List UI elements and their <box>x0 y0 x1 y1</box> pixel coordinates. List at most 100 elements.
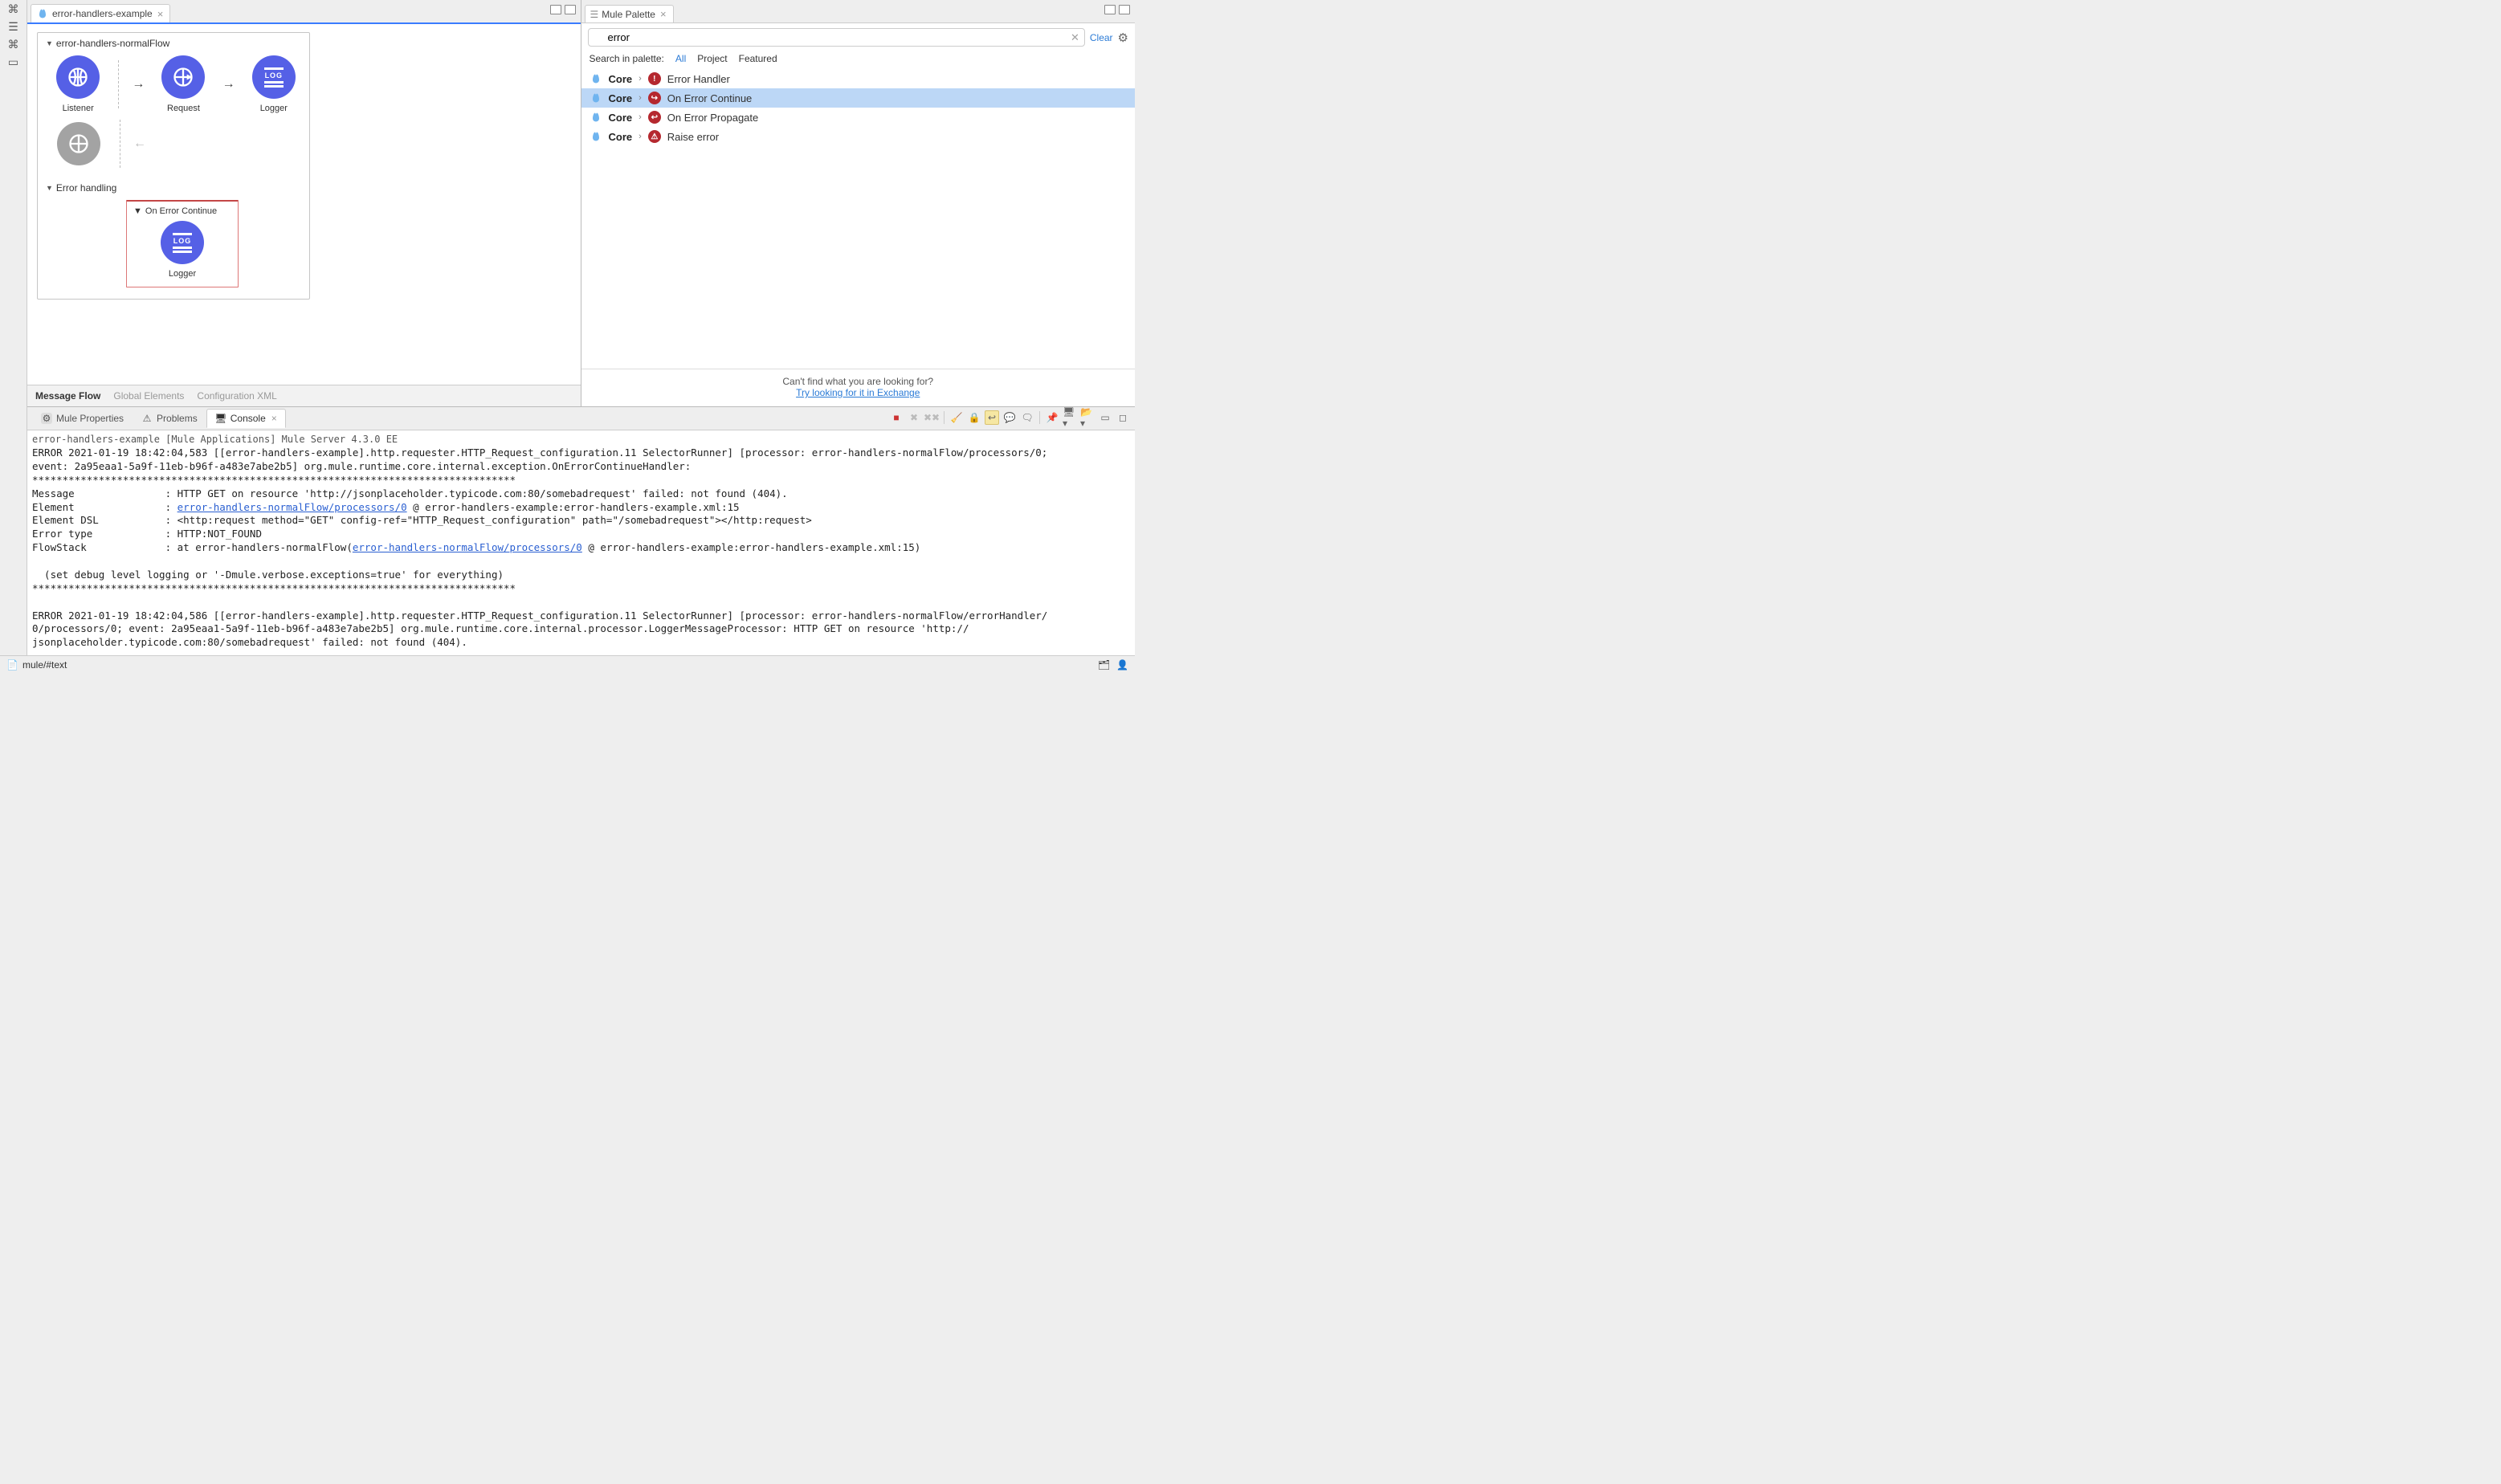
collapse-toggle-icon[interactable]: ▼ <box>46 184 53 192</box>
minimize-pane-icon[interactable] <box>550 5 561 14</box>
filter-all[interactable]: All <box>675 53 686 64</box>
status-icon-1[interactable]: 🗂 <box>1098 659 1110 671</box>
clear-link[interactable]: Clear <box>1090 32 1113 43</box>
collapse-toggle-icon[interactable]: ▼ <box>46 39 53 47</box>
gutter-icon-4[interactable]: ▭ <box>6 56 21 67</box>
close-icon[interactable]: × <box>660 8 667 20</box>
chevron-right-icon: › <box>639 93 642 103</box>
open-console-button[interactable]: 📂▾ <box>1080 410 1095 425</box>
filter-featured[interactable]: Featured <box>739 53 777 64</box>
node-listener[interactable]: Listener <box>51 55 105 113</box>
pin-console-button[interactable]: 📌 <box>1045 410 1059 425</box>
mule-icon <box>590 130 602 143</box>
gutter-icon-3[interactable]: ⌘ <box>6 39 21 50</box>
flow-container[interactable]: ▼ error-handlers-normalFlow Listener <box>37 32 310 300</box>
problems-icon: ⚠ <box>141 413 153 424</box>
palette-filter-row: Search in palette: All Project Featured <box>581 51 1136 69</box>
palette-search-input[interactable] <box>588 28 1085 47</box>
error-type-icon: ↩ <box>648 111 661 124</box>
maximize-pane-icon[interactable] <box>1119 5 1130 14</box>
gutter-icon-1[interactable]: ⌘ <box>6 3 21 14</box>
scroll-lock-button[interactable]: 🔒 <box>967 410 981 425</box>
gutter-icon-2[interactable]: ☰ <box>6 21 21 32</box>
document-icon: 📄 <box>6 659 18 671</box>
clear-console-button[interactable]: 🧹 <box>949 410 964 425</box>
palette-item-on-error-propagate[interactable]: Core›↩On Error Propagate <box>581 108 1136 127</box>
palette-item-on-error-continue[interactable]: Core›↪On Error Continue <box>581 88 1136 108</box>
palette-item-category: Core <box>609 131 633 143</box>
maximize-pane-icon[interactable] <box>565 5 576 14</box>
tab-configuration-xml[interactable]: Configuration XML <box>197 390 276 402</box>
arrow-icon: → <box>222 77 235 92</box>
palette-footer: Can't find what you are looking for? Try… <box>581 369 1136 406</box>
stack-link[interactable]: error-handlers-normalFlow/processors/0 <box>353 541 582 553</box>
display-selected-button[interactable]: 🖥▾ <box>1063 410 1077 425</box>
status-path: mule/#text <box>22 659 67 671</box>
mule-icon <box>36 7 49 20</box>
arrow-icon: → <box>132 77 145 92</box>
minimize-icon[interactable]: ▭ <box>1098 410 1112 425</box>
collapse-toggle-icon[interactable]: ▼ <box>133 206 142 216</box>
clear-search-icon[interactable]: ✕ <box>1071 31 1079 44</box>
close-icon[interactable]: × <box>157 8 164 20</box>
show-console-button[interactable]: 💬 <box>1002 410 1017 425</box>
on-error-title-label: On Error Continue <box>145 206 217 216</box>
palette-tab[interactable]: ☰ Mule Palette × <box>585 5 674 22</box>
node-logger[interactable]: LOG Logger <box>247 55 301 113</box>
tab-message-flow[interactable]: Message Flow <box>35 390 100 402</box>
palette-tabbar: ☰ Mule Palette × <box>581 0 1136 22</box>
word-wrap-button[interactable]: ↩ <box>985 410 999 425</box>
node-placeholder-connector[interactable] <box>51 122 107 165</box>
list-icon: ☰ <box>590 9 599 20</box>
remove-all-terminated-button[interactable]: ✖✖ <box>924 410 939 425</box>
on-error-continue-box[interactable]: ▼ On Error Continue LOG <box>126 200 239 287</box>
console-run-header: error-handlers-example [Mule Application… <box>27 430 1135 446</box>
palette-item-error-handler[interactable]: Core›!Error Handler <box>581 69 1136 88</box>
error-type-icon: ! <box>648 72 661 85</box>
console-icon: 🖥 <box>215 413 226 424</box>
editor-bottom-tabs: Message Flow Global Elements Configurati… <box>27 385 581 406</box>
maximize-icon[interactable]: ◻ <box>1116 410 1130 425</box>
on-error-logger-label: Logger <box>169 269 196 279</box>
palette-item-raise-error[interactable]: Core›⚠Raise error <box>581 127 1136 146</box>
remove-launch-button[interactable]: ✖ <box>907 410 921 425</box>
stack-link[interactable]: error-handlers-normalFlow/processors/0 <box>177 501 407 513</box>
arrow-back-icon: ← <box>133 137 146 151</box>
flow-canvas[interactable]: ▼ error-handlers-normalFlow Listener <box>27 22 581 385</box>
error-type-icon: ↪ <box>648 92 661 104</box>
editor-pane: error-handlers-example × ▼ error-handler… <box>27 0 581 406</box>
gear-icon[interactable]: ⚙ <box>1118 31 1128 45</box>
editor-tabbar: error-handlers-example × <box>27 0 581 22</box>
console-panel: ⚙ Mule Properties ⚠ Problems 🖥 Console ×… <box>27 406 1135 655</box>
console-output[interactable]: ERROR 2021-01-19 18:42:04,583 [[error-ha… <box>27 446 1135 655</box>
filter-label: Search in palette: <box>590 53 664 64</box>
mule-icon <box>590 111 602 124</box>
palette-item-name: On Error Propagate <box>667 112 758 124</box>
tab-global-elements[interactable]: Global Elements <box>113 390 184 402</box>
node-on-error-logger[interactable]: LOG Logger <box>154 221 210 279</box>
footer-exchange-link[interactable]: Try looking for it in Exchange <box>796 387 920 398</box>
palette-item-category: Core <box>609 92 633 104</box>
tab-mule-properties[interactable]: ⚙ Mule Properties <box>32 409 133 428</box>
node-request[interactable]: Request <box>156 55 210 113</box>
tab-problems[interactable]: ⚠ Problems <box>133 409 206 428</box>
editor-tab-label: error-handlers-example <box>52 8 153 19</box>
palette-list: Core›!Error HandlerCore›↪On Error Contin… <box>581 69 1136 369</box>
log-icon: LOG <box>173 233 192 253</box>
globe-icon <box>67 66 89 88</box>
mule-icon <box>590 92 602 104</box>
tab-console[interactable]: 🖥 Console × <box>206 409 286 428</box>
status-icon-2[interactable]: 👤 <box>1116 659 1128 671</box>
editor-tab[interactable]: error-handlers-example × <box>31 4 170 22</box>
minimize-pane-icon[interactable] <box>1104 5 1116 14</box>
filter-project[interactable]: Project <box>697 53 727 64</box>
chevron-right-icon: › <box>639 132 642 141</box>
console-toolbar: ■ ✖ ✖✖ 🧹 🔒 ↩ 💬 🗨 📌 🖥▾ 📂▾ ▭ ◻ <box>889 410 1130 425</box>
node-listener-label: Listener <box>63 104 94 113</box>
palette-tab-label: Mule Palette <box>602 9 655 20</box>
palette-item-name: Raise error <box>667 131 719 143</box>
close-icon[interactable]: × <box>271 413 277 424</box>
terminate-button[interactable]: ■ <box>889 410 904 425</box>
toggle-button[interactable]: 🗨 <box>1020 410 1034 425</box>
gear-icon: ⚙ <box>41 413 52 424</box>
